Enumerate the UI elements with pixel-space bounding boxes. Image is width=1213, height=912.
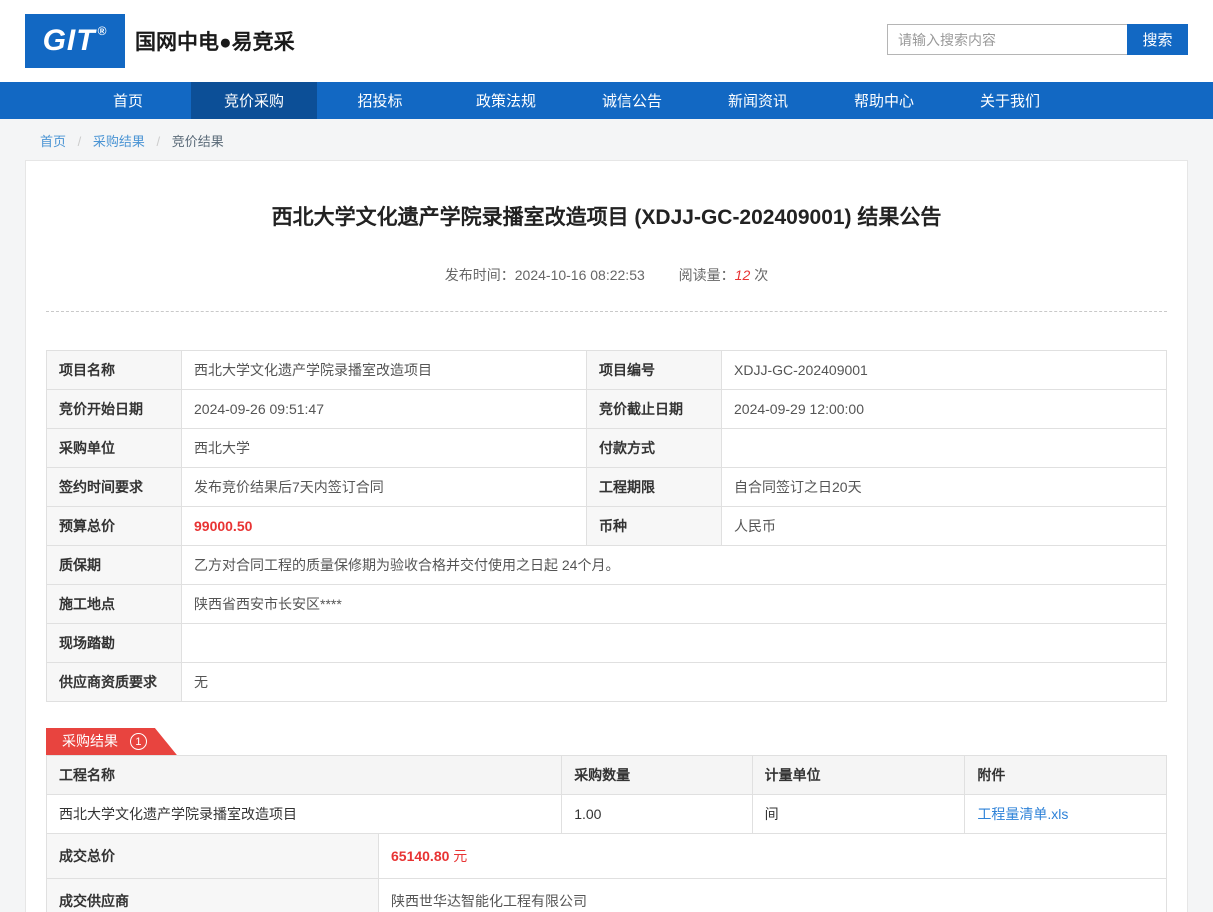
deal-summary-table: 成交总价 65140.80 元 成交供应商 陕西世华达智能化工程有限公司 <box>46 833 1167 912</box>
table-row: 预算总价 99000.50 币种 人民币 <box>47 507 1167 546</box>
procurement-result-badge: 采购结果 1 <box>46 728 177 755</box>
project-info-table: 项目名称 西北大学文化遗产学院录播室改造项目 项目编号 XDJJ-GC-2024… <box>46 350 1167 702</box>
table-row: 施工地点 陕西省西安市长安区**** <box>47 585 1167 624</box>
badge-count: 1 <box>130 733 147 750</box>
column-header-quantity: 采购数量 <box>562 756 752 795</box>
column-header-attachment: 附件 <box>965 756 1167 795</box>
budget-total-price: 99000.50 <box>194 518 252 534</box>
info-label: 付款方式 <box>587 429 722 468</box>
info-value: 无 <box>182 663 1167 702</box>
views: 阅读量：12次 <box>679 267 769 283</box>
info-value: 2024-09-26 09:51:47 <box>182 390 587 429</box>
article-meta: 发布时间：2024-10-16 08:22:53 阅读量：12次 <box>46 265 1167 285</box>
info-label: 签约时间要求 <box>47 468 182 507</box>
main-nav: 首页 竞价采购 招投标 政策法规 诚信公告 新闻资讯 帮助中心 关于我们 <box>0 82 1213 119</box>
info-label: 预算总价 <box>47 507 182 546</box>
column-header-project-name: 工程名称 <box>47 756 562 795</box>
info-label: 工程期限 <box>587 468 722 507</box>
info-value: 陕西省西安市长安区**** <box>182 585 1167 624</box>
site-header: GIT® 国网中电●易竞采 搜索 <box>0 0 1213 82</box>
deal-supplier-label: 成交供应商 <box>47 879 379 912</box>
search-bar: 搜索 <box>887 24 1188 55</box>
registered-trademark-icon: ® <box>98 24 108 38</box>
views-label: 阅读量： <box>679 267 735 283</box>
nav-item-help[interactable]: 帮助中心 <box>821 82 947 119</box>
info-value: 乙方对合同工程的质量保修期为验收合格并交付使用之日起 24个月。 <box>182 546 1167 585</box>
nav-item-about[interactable]: 关于我们 <box>947 82 1073 119</box>
breadcrumb: 首页 / 采购结果 / 竞价结果 <box>0 119 1213 160</box>
content-card: 西北大学文化遗产学院录播室改造项目 (XDJJ-GC-202409001) 结果… <box>25 160 1188 912</box>
breadcrumb-separator: / <box>78 134 82 149</box>
breadcrumb-current: 竞价结果 <box>172 134 224 149</box>
logo-text: GIT <box>43 24 96 58</box>
table-header-row: 工程名称 采购数量 计量单位 附件 <box>47 756 1167 795</box>
table-row: 成交总价 65140.80 元 <box>47 834 1167 879</box>
info-value: 西北大学 <box>182 429 587 468</box>
table-row: 西北大学文化遗产学院录播室改造项目 1.00 间 工程量清单.xls <box>47 795 1167 834</box>
table-row: 竞价开始日期 2024-09-26 09:51:47 竞价截止日期 2024-0… <box>47 390 1167 429</box>
table-row: 现场踏勘 <box>47 624 1167 663</box>
breadcrumb-procurement-results[interactable]: 采购结果 <box>93 134 145 149</box>
deal-total-price: 65140.80 <box>391 848 449 864</box>
info-label: 竞价开始日期 <box>47 390 182 429</box>
info-label: 现场踏勘 <box>47 624 182 663</box>
result-project-name: 西北大学文化遗产学院录播室改造项目 <box>47 795 562 834</box>
table-row: 采购单位 西北大学 付款方式 <box>47 429 1167 468</box>
search-input[interactable] <box>887 24 1127 55</box>
info-value: 人民币 <box>722 507 1167 546</box>
nav-item-policy[interactable]: 政策法规 <box>443 82 569 119</box>
views-count: 12 <box>735 267 751 283</box>
site-logo[interactable]: GIT® <box>25 14 125 68</box>
info-label: 竞价截止日期 <box>587 390 722 429</box>
info-label: 施工地点 <box>47 585 182 624</box>
result-unit: 间 <box>752 795 965 834</box>
views-unit: 次 <box>754 267 768 283</box>
breadcrumb-separator: / <box>157 134 161 149</box>
attachment-link[interactable]: 工程量清单.xls <box>977 806 1068 822</box>
nav-item-news[interactable]: 新闻资讯 <box>695 82 821 119</box>
nav-item-tender[interactable]: 招投标 <box>317 82 443 119</box>
info-value: 发布竞价结果后7天内签订合同 <box>182 468 587 507</box>
breadcrumb-home[interactable]: 首页 <box>40 134 66 149</box>
info-value: 西北大学文化遗产学院录播室改造项目 <box>182 351 587 390</box>
brand-title: 国网中电●易竞采 <box>135 26 295 56</box>
info-value: 自合同签订之日20天 <box>722 468 1167 507</box>
publish-time: 发布时间：2024-10-16 08:22:53 <box>445 267 645 283</box>
info-value: XDJJ-GC-202409001 <box>722 351 1167 390</box>
info-label: 项目名称 <box>47 351 182 390</box>
info-label: 币种 <box>587 507 722 546</box>
badge-label: 采购结果 <box>62 733 118 749</box>
nav-item-home[interactable]: 首页 <box>65 82 191 119</box>
deal-supplier-value: 陕西世华达智能化工程有限公司 <box>379 879 1167 912</box>
table-row: 质保期 乙方对合同工程的质量保修期为验收合格并交付使用之日起 24个月。 <box>47 546 1167 585</box>
deal-total-unit: 元 <box>453 848 467 864</box>
deal-total-label: 成交总价 <box>47 834 379 879</box>
info-value <box>722 429 1167 468</box>
table-row: 成交供应商 陕西世华达智能化工程有限公司 <box>47 879 1167 912</box>
procurement-result-table: 工程名称 采购数量 计量单位 附件 西北大学文化遗产学院录播室改造项目 1.00… <box>46 755 1167 834</box>
publish-time-label: 发布时间： <box>445 267 515 283</box>
nav-item-integrity[interactable]: 诚信公告 <box>569 82 695 119</box>
result-quantity: 1.00 <box>562 795 752 834</box>
search-button[interactable]: 搜索 <box>1127 24 1188 55</box>
table-row: 供应商资质要求 无 <box>47 663 1167 702</box>
info-label: 供应商资质要求 <box>47 663 182 702</box>
dashed-divider <box>46 311 1167 312</box>
table-row: 签约时间要求 发布竞价结果后7天内签订合同 工程期限 自合同签订之日20天 <box>47 468 1167 507</box>
nav-item-bidding-procurement[interactable]: 竞价采购 <box>191 82 317 119</box>
publish-time-value: 2024-10-16 08:22:53 <box>515 267 645 283</box>
info-value: 2024-09-29 12:00:00 <box>722 390 1167 429</box>
info-label: 质保期 <box>47 546 182 585</box>
table-row: 项目名称 西北大学文化遗产学院录播室改造项目 项目编号 XDJJ-GC-2024… <box>47 351 1167 390</box>
info-value <box>182 624 1167 663</box>
column-header-unit: 计量单位 <box>752 756 965 795</box>
page-title: 西北大学文化遗产学院录播室改造项目 (XDJJ-GC-202409001) 结果… <box>46 201 1167 231</box>
info-label: 采购单位 <box>47 429 182 468</box>
info-label: 项目编号 <box>587 351 722 390</box>
